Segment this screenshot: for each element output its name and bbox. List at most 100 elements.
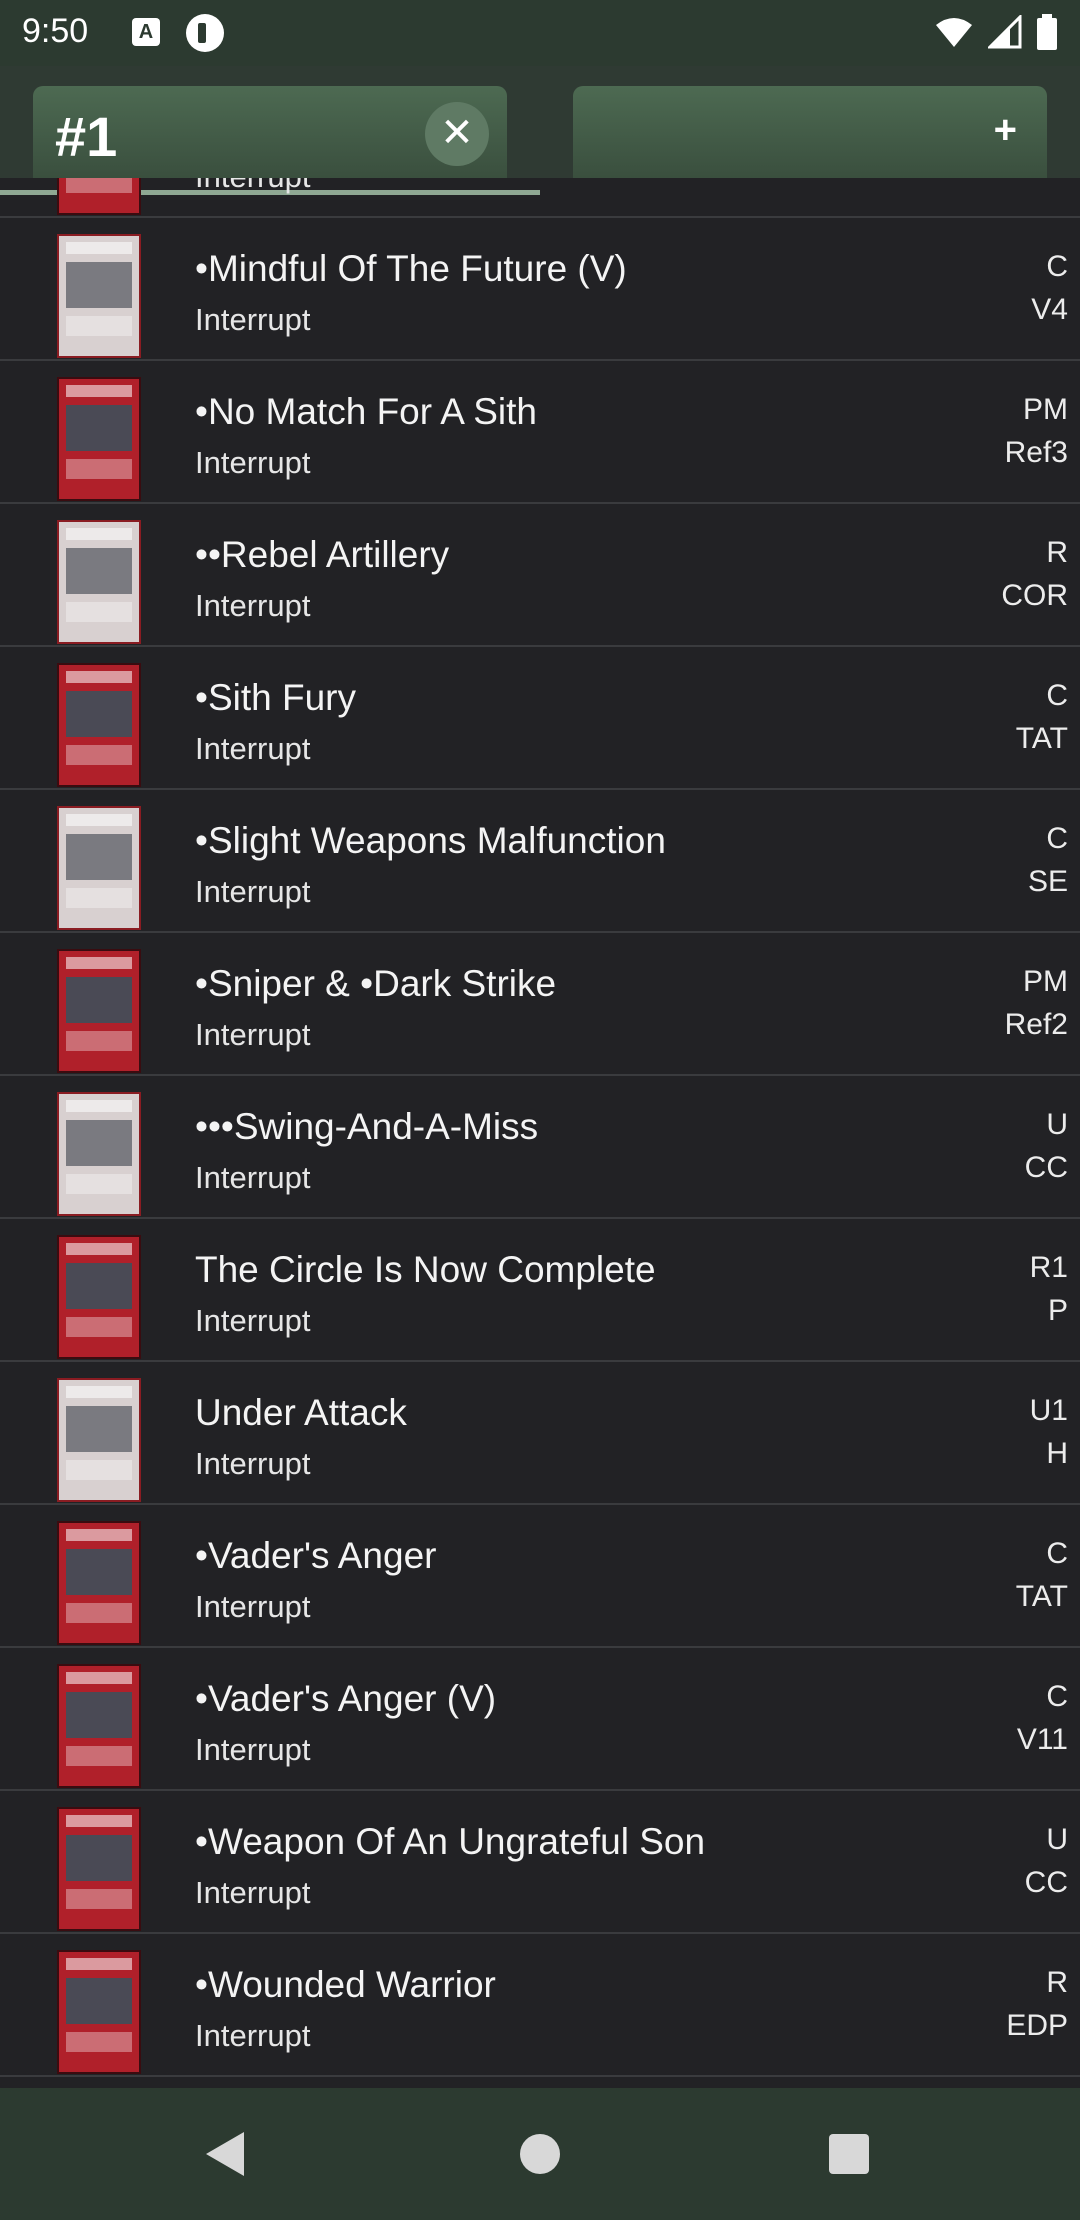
- back-icon[interactable]: [206, 2132, 244, 2176]
- card-type: Interrupt: [195, 178, 310, 195]
- card-set: EDP: [1006, 2009, 1068, 2042]
- list-item[interactable]: ••Rebel Artillery Interrupt R COR: [0, 504, 1080, 647]
- card-name: •Vader's Anger: [195, 1535, 437, 1576]
- list-item[interactable]: •Vader's Anger (V) Interrupt C V11: [0, 1648, 1080, 1791]
- card-thumbnail: [57, 234, 141, 358]
- card-type: Interrupt: [195, 588, 311, 623]
- card-type: Interrupt: [195, 445, 311, 480]
- card-thumbnail: [57, 1807, 141, 1931]
- battery-icon: [1037, 14, 1057, 50]
- card-thumbnail: [57, 520, 141, 644]
- card-set: P: [1047, 1294, 1068, 1327]
- card-thumbnail: [57, 377, 141, 501]
- card-thumbnail: [57, 663, 141, 787]
- card-rarity: C: [1046, 1680, 1068, 1713]
- card-set: TAT: [1015, 722, 1068, 755]
- home-icon[interactable]: [520, 2134, 560, 2174]
- card-rarity: R: [1046, 536, 1068, 569]
- card-thumbnail: [57, 178, 141, 215]
- status-bar: 9:50 A: [0, 0, 1080, 66]
- status-time: 9:50: [22, 12, 89, 50]
- card-thumbnail: [57, 1664, 141, 1788]
- card-rarity: C: [1046, 250, 1068, 283]
- list-item[interactable]: •Slight Weapons Malfunction Interrupt C SE: [0, 790, 1080, 933]
- card-set: COR: [1001, 178, 1068, 184]
- card-set: V11: [1016, 1723, 1068, 1756]
- card-thumbnail: [57, 1521, 141, 1645]
- card-set: SE: [1027, 865, 1068, 898]
- card-name: •Vader's Anger (V): [195, 1678, 497, 1719]
- list-item[interactable]: •Wounded Warrior Interrupt R EDP: [0, 1934, 1080, 2077]
- card-rarity: C: [1046, 679, 1068, 712]
- card-type: Interrupt: [195, 874, 311, 909]
- card-set: CC: [1024, 1151, 1068, 1184]
- card-list-items: •Mul StrikesInterruptCOR•Mindful Of The …: [0, 178, 1080, 2077]
- tab-new[interactable]: +: [573, 86, 1047, 178]
- card-name: •Sith Fury: [195, 677, 356, 718]
- card-name: •Sniper & •Dark Strike: [195, 963, 557, 1004]
- card-type: Interrupt: [195, 1017, 311, 1052]
- close-icon[interactable]: ✕: [425, 102, 489, 166]
- card-type: Interrupt: [195, 1732, 311, 1767]
- card-name: •Weapon Of An Ungrateful Son: [195, 1821, 706, 1862]
- card-name: •No Match For A Sith: [195, 391, 537, 432]
- card-name: ••Rebel Artillery: [195, 534, 450, 575]
- list-item[interactable]: •Weapon Of An Ungrateful Son Interrupt U CC: [0, 1791, 1080, 1934]
- card-thumbnail: [57, 1092, 141, 1216]
- card-set: TAT: [1015, 1580, 1068, 1613]
- card-name: Under Attack: [195, 1392, 407, 1433]
- list-item[interactable]: •No Match For A Sith Interrupt PM Ref3: [0, 361, 1080, 504]
- card-thumbnail: [57, 1235, 141, 1359]
- card-rarity: U: [1046, 1823, 1068, 1856]
- list-item[interactable]: •Sith Fury Interrupt C TAT: [0, 647, 1080, 790]
- card-name: •••Swing-And-A-Miss: [195, 1106, 539, 1147]
- plus-icon[interactable]: +: [994, 108, 1017, 153]
- list-item[interactable]: The Circle Is Now Complete Interrupt R1 P: [0, 1219, 1080, 1362]
- card-name: The Circle Is Now Complete: [195, 1249, 656, 1290]
- card-name: •Mindful Of The Future (V): [195, 248, 627, 289]
- list-item[interactable]: •••Swing-And-A-Miss Interrupt U CC: [0, 1076, 1080, 1219]
- card-rarity: U1: [1029, 1394, 1068, 1427]
- card-rarity: C: [1046, 822, 1068, 855]
- card-thumbnail: [57, 949, 141, 1073]
- card-rarity: C: [1046, 1537, 1068, 1570]
- card-thumbnail: [57, 806, 141, 930]
- notification-circle-icon: [186, 14, 224, 52]
- card-set: V4: [1031, 293, 1068, 326]
- signal-icon: [988, 15, 1022, 49]
- card-rarity: PM: [1023, 393, 1068, 426]
- card-rarity: PM: [1023, 965, 1068, 998]
- card-thumbnail: [57, 1950, 141, 2074]
- list-item[interactable]: Under Attack Interrupt U1 H: [0, 1362, 1080, 1505]
- card-rarity: R1: [1029, 1251, 1068, 1284]
- list-item[interactable]: •Vader's Anger Interrupt C TAT: [0, 1505, 1080, 1648]
- status-indicators: [934, 14, 1058, 50]
- card-rarity: R: [1046, 1966, 1068, 1999]
- tab-deck-1[interactable]: #1 ✕: [33, 86, 507, 178]
- recents-icon[interactable]: [829, 2134, 869, 2174]
- card-set: Ref2: [1004, 1008, 1068, 1041]
- card-rarity: U: [1046, 1108, 1068, 1141]
- notification-a-icon: A: [132, 18, 160, 46]
- card-type: Interrupt: [195, 1446, 311, 1481]
- card-name: •Slight Weapons Malfunction: [195, 820, 666, 861]
- list-item[interactable]: •Mindful Of The Future (V) Interrupt C V4: [0, 218, 1080, 361]
- card-type: Interrupt: [195, 2018, 311, 2053]
- card-list[interactable]: •Mul StrikesInterruptCOR•Mindful Of The …: [0, 178, 1080, 2088]
- card-thumbnail: [57, 1378, 141, 1502]
- tab-bar: #1 ✕ +: [0, 66, 1080, 178]
- wifi-icon: [936, 18, 972, 47]
- card-set: H: [1046, 1437, 1068, 1470]
- card-type: Interrupt: [195, 731, 311, 766]
- card-set: CC: [1024, 1866, 1068, 1899]
- card-type: Interrupt: [195, 1160, 311, 1195]
- tab-title: #1: [55, 105, 118, 168]
- list-item[interactable]: •Mul StrikesInterruptCOR: [0, 178, 1080, 218]
- card-type: Interrupt: [195, 1303, 311, 1338]
- card-type: Interrupt: [195, 1875, 311, 1910]
- navigation-bar: [0, 2088, 1080, 2220]
- list-item[interactable]: •Sniper & •Dark Strike Interrupt PM Ref2: [0, 933, 1080, 1076]
- card-type: Interrupt: [195, 302, 311, 337]
- card-name: •Wounded Warrior: [195, 1964, 496, 2005]
- card-set: COR: [1001, 579, 1068, 612]
